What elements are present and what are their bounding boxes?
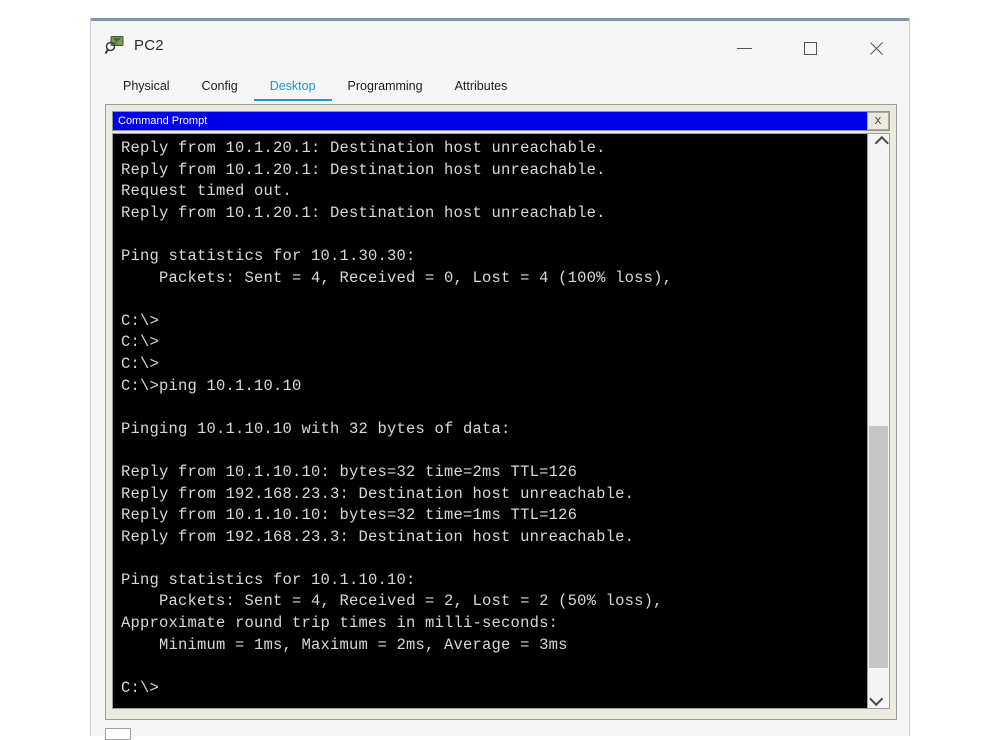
- terminal-line: C:\>: [121, 678, 160, 697]
- tab-config[interactable]: Config: [186, 76, 254, 101]
- close-icon: [868, 40, 885, 57]
- terminal-line: C:\>: [121, 311, 160, 330]
- command-prompt-close-button[interactable]: X: [867, 112, 889, 130]
- desktop-panel: Command Prompt X Reply from 10.1.20.1: D…: [105, 104, 897, 720]
- minimize-icon: [736, 48, 752, 49]
- tab-physical[interactable]: Physical: [107, 76, 186, 101]
- terminal-line: Reply from 10.1.10.10: bytes=32 time=2ms…: [121, 462, 578, 481]
- maximize-icon: [803, 42, 817, 55]
- scrollbar-thumb[interactable]: [869, 426, 888, 668]
- scrollbar-up-button[interactable]: [868, 134, 889, 152]
- maximize-button[interactable]: [777, 21, 843, 76]
- terminal-line: Approximate round trip times in milli-se…: [121, 614, 559, 633]
- command-prompt-title-text: Command Prompt: [118, 114, 208, 127]
- terminal-line: Reply from 10.1.20.1: Destination host u…: [121, 160, 606, 179]
- scrollbar-down-button[interactable]: [868, 690, 889, 708]
- terminal-output[interactable]: Reply from 10.1.20.1: Destination host u…: [113, 134, 867, 708]
- pc2-device-window: PC2 Physical Config Desktop Programming …: [90, 18, 910, 740]
- tab-programming[interactable]: Programming: [332, 76, 439, 101]
- terminal-line: Request timed out.: [121, 182, 293, 201]
- inspect-magnifier-icon: [104, 35, 125, 55]
- chevron-down-icon: [868, 691, 883, 707]
- minimize-button[interactable]: [711, 21, 777, 76]
- terminal-line: Reply from 10.1.20.1: Destination host u…: [121, 139, 606, 157]
- tab-attributes[interactable]: Attributes: [439, 76, 524, 101]
- window-title-text: PC2: [134, 36, 164, 54]
- command-prompt-title-bar[interactable]: Command Prompt X: [112, 111, 890, 131]
- terminal-area: Reply from 10.1.20.1: Destination host u…: [112, 133, 890, 709]
- terminal-line: Reply from 192.168.23.3: Destination hos…: [121, 527, 635, 546]
- tab-strip: Physical Config Desktop Programming Attr…: [91, 76, 909, 104]
- terminal-line: C:\>: [121, 333, 160, 352]
- terminal-line: Reply from 10.1.10.10: bytes=32 time=1ms…: [121, 506, 578, 525]
- terminal-line: C:\>: [121, 354, 160, 373]
- window-title-bar: PC2: [91, 21, 909, 76]
- tab-list: Physical Config Desktop Programming Attr…: [107, 76, 523, 104]
- chevron-up-icon: [874, 135, 889, 151]
- window-controls: [711, 21, 909, 76]
- command-prompt-window: Command Prompt X Reply from 10.1.20.1: D…: [112, 111, 890, 713]
- terminal-line: Minimum = 1ms, Maximum = 2ms, Average = …: [121, 635, 568, 654]
- terminal-scrollbar[interactable]: [867, 134, 889, 708]
- terminal-line: Reply from 192.168.23.3: Destination hos…: [121, 484, 635, 503]
- close-button[interactable]: [843, 21, 909, 76]
- terminal-line: Packets: Sent = 4, Received = 2, Lost = …: [121, 592, 663, 611]
- terminal-line: Ping statistics for 10.1.10.10:: [121, 570, 416, 589]
- window-title-group: PC2: [104, 35, 164, 55]
- terminal-line: Ping statistics for 10.1.30.30:: [121, 246, 416, 265]
- terminal-line: Pinging 10.1.10.10 with 32 bytes of data…: [121, 419, 511, 438]
- terminal-line: C:\>ping 10.1.10.10: [121, 376, 302, 395]
- partially-visible-control[interactable]: [105, 728, 131, 740]
- terminal-line: Reply from 10.1.20.1: Destination host u…: [121, 203, 606, 222]
- terminal-line: Packets: Sent = 4, Received = 0, Lost = …: [121, 268, 673, 287]
- tab-desktop[interactable]: Desktop: [253, 76, 332, 101]
